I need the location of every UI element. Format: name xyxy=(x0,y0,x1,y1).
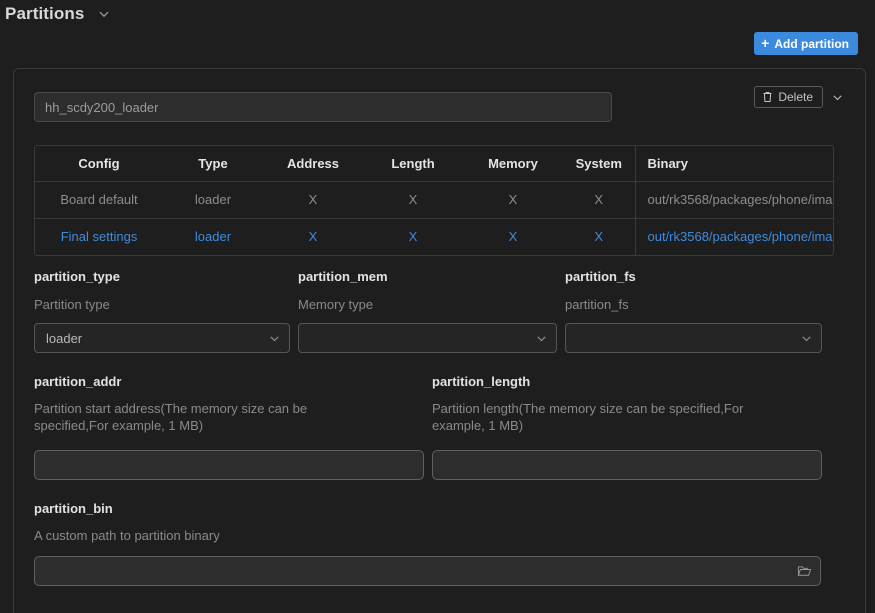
page-header: Partitions xyxy=(0,0,875,27)
add-partition-label: Add partition xyxy=(774,36,849,51)
chevron-down-icon xyxy=(800,332,813,345)
column-header-binary: Binary xyxy=(634,146,833,182)
config-table-wrapper: Config Type Address Length Memory System… xyxy=(34,145,834,256)
chevron-down-icon[interactable] xyxy=(827,86,847,108)
hint-partition-fs: partition_fs xyxy=(565,297,629,312)
cell-binary: out/rk3568/packages/phone/images/MiniLoa… xyxy=(634,181,833,218)
hint-partition-bin: A custom path to partition binary xyxy=(34,528,220,543)
select-partition-type[interactable]: loader xyxy=(34,323,290,353)
hint-partition-mem: Memory type xyxy=(298,297,374,312)
hint-partition-addr: Partition start address(The memory size … xyxy=(34,401,308,433)
column-header-length: Length xyxy=(363,146,463,182)
column-header-config: Config xyxy=(35,146,163,182)
cell-length[interactable]: X xyxy=(363,218,463,255)
config-table: Config Type Address Length Memory System… xyxy=(35,146,833,255)
table-row: Board default loader X X X X out/rk3568/… xyxy=(35,181,833,218)
column-header-memory: Memory xyxy=(463,146,563,182)
chevron-down-icon[interactable] xyxy=(97,7,111,21)
partition-bin-field xyxy=(34,556,821,586)
delete-label: Delete xyxy=(778,90,813,104)
add-partition-button[interactable]: + Add partition xyxy=(754,32,858,55)
select-partition-fs[interactable] xyxy=(565,323,822,353)
cell-type: loader xyxy=(194,192,232,207)
select-partition-type-value: loader xyxy=(46,330,83,346)
label-partition-addr: partition_addr xyxy=(34,374,122,389)
partition-card: Delete Config Type Address Length Memory xyxy=(13,68,866,613)
plus-icon: + xyxy=(761,34,770,51)
label-partition-bin: partition_bin xyxy=(34,501,113,516)
delete-button[interactable]: Delete xyxy=(754,86,823,108)
table-header-row: Config Type Address Length Memory System… xyxy=(35,146,833,182)
select-partition-mem[interactable] xyxy=(298,323,557,353)
input-partition-addr[interactable] xyxy=(34,450,424,480)
cell-config: Board default xyxy=(60,192,138,207)
cell-memory: X xyxy=(508,192,518,207)
label-partition-fs: partition_fs xyxy=(565,269,636,284)
input-partition-bin[interactable] xyxy=(34,556,821,586)
column-header-type: Type xyxy=(163,146,263,182)
hint-partition-type: Partition type xyxy=(34,297,110,312)
cell-address[interactable]: X xyxy=(263,218,363,255)
chevron-down-icon xyxy=(535,332,548,345)
hint-partition-length: Partition length(The memory size can be … xyxy=(432,401,744,433)
input-partition-length[interactable] xyxy=(432,450,822,480)
cell-system: X xyxy=(594,192,604,207)
folder-icon[interactable] xyxy=(793,561,815,581)
delete-group: Delete xyxy=(754,86,847,108)
cell-address: X xyxy=(308,192,318,207)
label-partition-type: partition_type xyxy=(34,269,120,284)
table-row[interactable]: Final settings loader X X X X out/rk3568… xyxy=(35,218,833,255)
trash-icon xyxy=(762,91,773,103)
column-header-address: Address xyxy=(263,146,363,182)
cell-memory[interactable]: X xyxy=(463,218,563,255)
partition-name-input[interactable] xyxy=(34,92,612,122)
cell-type[interactable]: loader xyxy=(163,218,263,255)
cell-binary[interactable]: out/rk3568/packages/phone/images/MiniLoa… xyxy=(634,218,833,255)
cell-config[interactable]: Final settings xyxy=(35,218,163,255)
label-partition-length: partition_length xyxy=(432,374,531,389)
chevron-down-icon xyxy=(268,332,281,345)
label-partition-mem: partition_mem xyxy=(298,269,388,284)
page-title: Partitions xyxy=(5,3,85,23)
column-header-system: System xyxy=(563,146,635,182)
cell-system[interactable]: X xyxy=(563,218,635,255)
cell-length: X xyxy=(408,192,418,207)
